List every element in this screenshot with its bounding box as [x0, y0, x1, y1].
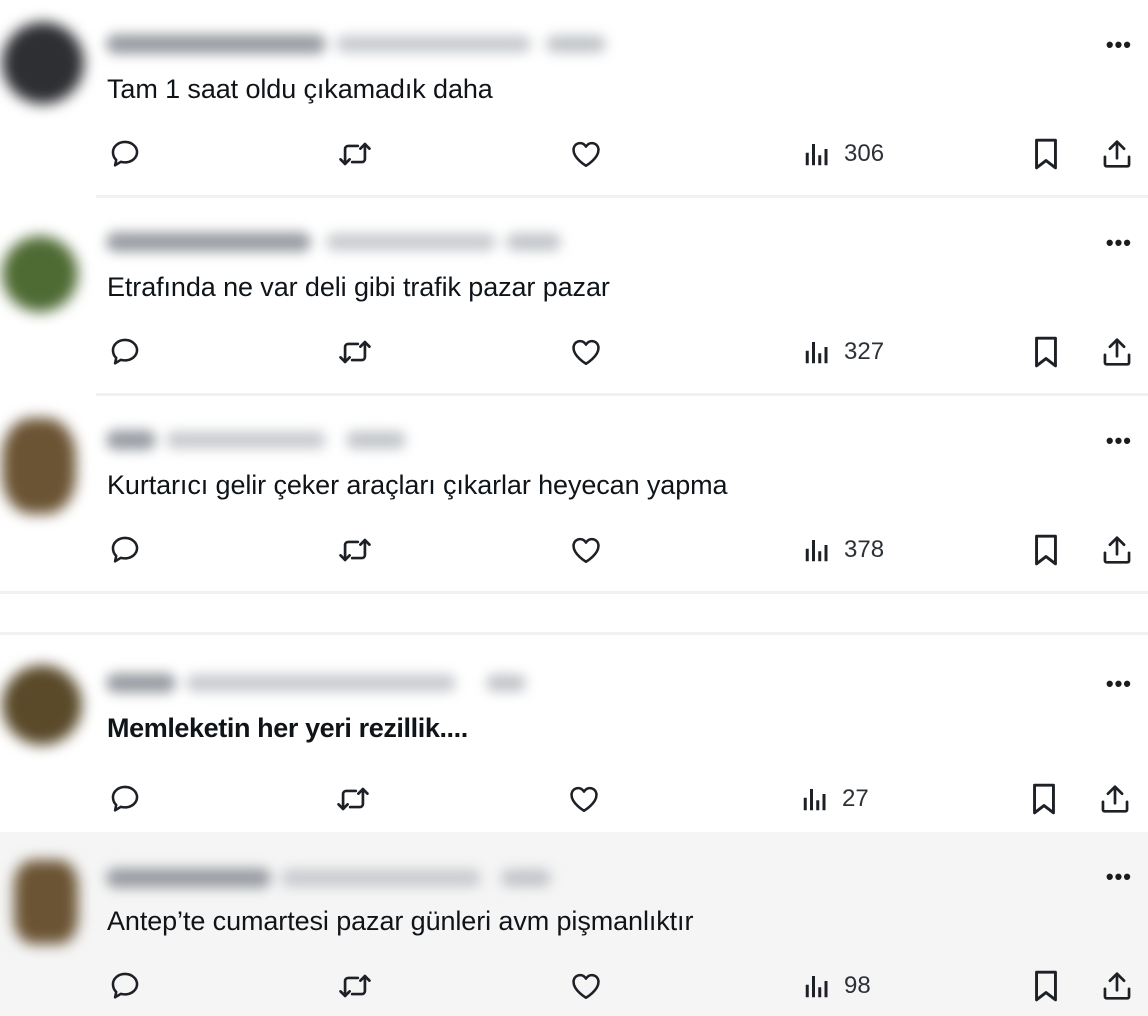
author-name-blurred	[106, 866, 551, 890]
action-bar: 378	[0, 530, 1148, 570]
reply-feed: ••• Tam 1 saat oldu çıkamadık daha 306 •…	[0, 0, 1148, 1016]
views-count: 378	[844, 536, 885, 563]
repost-arrows-icon	[339, 538, 371, 562]
share-button[interactable]	[1100, 134, 1134, 174]
tweet-2[interactable]: ••• Etrafında ne var deli gibi trafik pa…	[0, 198, 1148, 396]
retweet-button[interactable]	[334, 779, 372, 819]
share-upload-icon	[1103, 338, 1131, 366]
tweet-1[interactable]: ••• Tam 1 saat oldu çıkamadık daha 306	[0, 0, 1148, 198]
reply-button[interactable]	[108, 530, 142, 570]
retweet-button[interactable]	[336, 530, 374, 570]
repost-arrows-icon	[339, 974, 371, 998]
views-button[interactable]: 327	[802, 332, 884, 372]
like-button[interactable]	[569, 530, 603, 570]
bookmark-button[interactable]	[1030, 332, 1062, 372]
more-options-button[interactable]: •••	[1106, 232, 1132, 254]
more-options-button[interactable]: •••	[1106, 866, 1132, 888]
share-upload-icon	[1101, 785, 1129, 813]
views-count: 306	[844, 140, 885, 167]
views-count: 27	[842, 785, 869, 812]
speech-bubble-icon	[111, 785, 139, 812]
reply-button[interactable]	[108, 966, 142, 1006]
author-name-blurred	[106, 671, 526, 695]
action-bar: 306	[0, 134, 1148, 174]
speech-bubble-icon	[111, 972, 139, 999]
reply-button[interactable]	[108, 134, 142, 174]
bookmark-icon	[1035, 336, 1057, 368]
heart-icon	[572, 537, 600, 564]
author-name-blurred	[106, 428, 406, 452]
avatar[interactable]	[2, 418, 76, 514]
speech-bubble-icon	[111, 338, 139, 365]
bar-chart-icon	[805, 976, 828, 998]
like-button[interactable]	[569, 134, 603, 174]
bookmark-button[interactable]	[1030, 134, 1062, 174]
heart-icon	[572, 339, 600, 366]
bar-chart-icon	[803, 789, 826, 811]
tweet-4[interactable]: ••• Memleketin her yeri rezillik.... 27	[0, 632, 1148, 832]
bookmark-icon	[1033, 783, 1055, 815]
tweet-3[interactable]: ••• Kurtarıcı gelir çeker araçları çıkar…	[0, 396, 1148, 594]
avatar[interactable]	[2, 236, 78, 312]
retweet-button[interactable]	[336, 134, 374, 174]
spacer	[0, 594, 1148, 632]
tweet-text: Kurtarıcı gelir çeker araçları çıkarlar …	[107, 470, 728, 500]
heart-icon	[572, 141, 600, 168]
speech-bubble-icon	[111, 140, 139, 167]
avatar[interactable]	[2, 22, 84, 104]
author-name-blurred	[106, 32, 606, 56]
avatar[interactable]	[2, 665, 82, 745]
bookmark-button[interactable]	[1030, 530, 1062, 570]
like-button[interactable]	[569, 966, 603, 1006]
repost-arrows-icon	[337, 787, 369, 811]
author-name-blurred	[106, 230, 561, 254]
more-options-button[interactable]: •••	[1106, 673, 1132, 695]
views-button[interactable]: 378	[802, 530, 884, 570]
views-button[interactable]: 27	[800, 779, 869, 819]
action-bar: 27	[0, 779, 1148, 819]
action-bar: 98	[0, 966, 1148, 1006]
retweet-button[interactable]	[336, 966, 374, 1006]
more-options-button[interactable]: •••	[1106, 34, 1132, 56]
tweet-text: Memleketin her yeri rezillik....	[107, 713, 468, 743]
views-button[interactable]: 98	[802, 966, 871, 1006]
reply-button[interactable]	[108, 779, 142, 819]
tweet-text: Antep’te cumartesi pazar günleri avm piş…	[107, 906, 694, 936]
share-upload-icon	[1103, 972, 1131, 1000]
like-button[interactable]	[569, 332, 603, 372]
repost-arrows-icon	[339, 340, 371, 364]
tweet-5[interactable]: ••• Antep’te cumartesi pazar günleri avm…	[0, 832, 1148, 1016]
bookmark-button[interactable]	[1030, 966, 1062, 1006]
bookmark-icon	[1035, 138, 1057, 170]
views-count: 327	[844, 338, 885, 365]
bookmark-icon	[1035, 970, 1057, 1002]
avatar[interactable]	[14, 860, 78, 944]
speech-bubble-icon	[111, 536, 139, 563]
bookmark-button[interactable]	[1028, 779, 1060, 819]
repost-arrows-icon	[339, 142, 371, 166]
heart-icon	[570, 786, 598, 813]
share-upload-icon	[1103, 536, 1131, 564]
tweet-text: Etrafında ne var deli gibi trafik pazar …	[107, 272, 610, 302]
bar-chart-icon	[805, 342, 828, 364]
share-button[interactable]	[1100, 530, 1134, 570]
share-button[interactable]	[1098, 779, 1132, 819]
tweet-text: Tam 1 saat oldu çıkamadık daha	[107, 74, 493, 104]
views-count: 98	[844, 972, 871, 999]
views-button[interactable]: 306	[802, 134, 884, 174]
share-button[interactable]	[1100, 332, 1134, 372]
retweet-button[interactable]	[336, 332, 374, 372]
heart-icon	[572, 973, 600, 1000]
like-button[interactable]	[567, 779, 601, 819]
bar-chart-icon	[805, 540, 828, 562]
bar-chart-icon	[805, 144, 828, 166]
reply-button[interactable]	[108, 332, 142, 372]
action-bar: 327	[0, 332, 1148, 372]
share-button[interactable]	[1100, 966, 1134, 1006]
bookmark-icon	[1035, 534, 1057, 566]
more-options-button[interactable]: •••	[1106, 430, 1132, 452]
share-upload-icon	[1103, 140, 1131, 168]
